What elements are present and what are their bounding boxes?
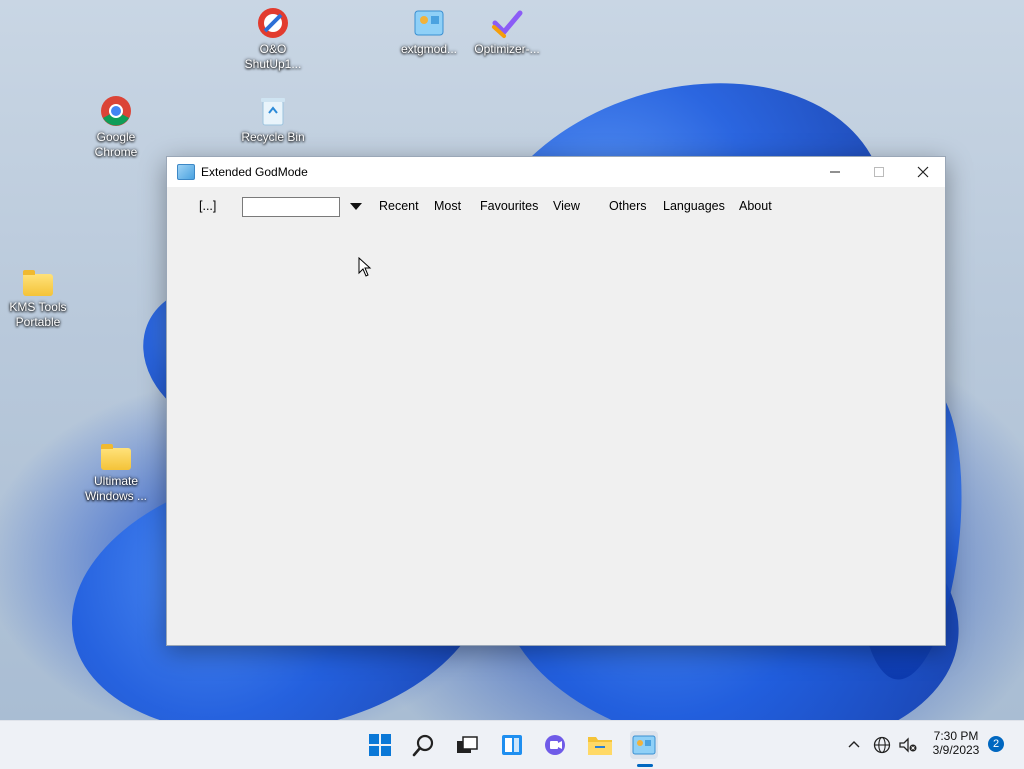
extgmod-icon: [632, 735, 656, 755]
desktop-icon-label: extgmod...: [400, 42, 458, 56]
widgets-icon: [502, 735, 522, 755]
chrome-icon: [99, 94, 133, 128]
windows-logo-icon: [369, 734, 391, 756]
menu-about[interactable]: About: [739, 199, 772, 213]
menu-others[interactable]: Others: [609, 199, 647, 213]
network-button[interactable]: [869, 731, 895, 759]
menu-view[interactable]: View: [553, 199, 580, 213]
menu-favourites[interactable]: Favourites: [480, 199, 538, 213]
desktop-icon-google-chrome[interactable]: Google Chrome: [76, 94, 156, 160]
dropdown-arrow-icon[interactable]: [350, 203, 362, 210]
chat-icon: [545, 735, 565, 755]
desktop-icon-recycle-bin[interactable]: Recycle Bin: [233, 94, 313, 145]
desktop-icon-label: O&O ShutUp1...: [244, 42, 302, 71]
clock-date: 3/9/2023: [932, 743, 980, 757]
app-icon: [177, 164, 195, 180]
desktop-icon-optimizer[interactable]: Optimizer-...: [467, 6, 547, 57]
notification-count: 2: [992, 738, 1000, 750]
extgmod-icon: [412, 6, 446, 40]
menu-recent[interactable]: Recent: [379, 199, 419, 213]
extended-godmode-taskbar-button[interactable]: [630, 731, 658, 759]
globe-icon: [873, 736, 891, 754]
clock-time: 7:30 PM: [933, 729, 979, 743]
window-title: Extended GodMode: [201, 165, 308, 179]
notification-badge[interactable]: 2: [988, 736, 1004, 752]
folder-icon: [101, 444, 131, 470]
desktop-icon-label: Google Chrome: [94, 130, 138, 159]
show-hidden-icons-button[interactable]: [841, 731, 867, 759]
extended-godmode-window[interactable]: Extended GodMode [...] Recent Most Favou…: [166, 156, 946, 646]
desktop-icon-ultimate-windows[interactable]: Ultimate Windows ...: [76, 442, 156, 504]
speaker-muted-icon: [899, 737, 917, 753]
task-view-button[interactable]: [453, 731, 481, 759]
desktop-icon-label: KMS Tools Portable: [9, 300, 67, 329]
menu-most[interactable]: Most: [434, 199, 461, 213]
desktop-icon-oo-shutup[interactable]: O&O ShutUp1...: [233, 6, 313, 72]
mouse-cursor-icon: [358, 256, 372, 282]
menu-dots-button[interactable]: [...]: [199, 199, 216, 213]
recycle-bin-icon: [256, 94, 290, 128]
content-area: [167, 225, 945, 645]
desktop-icon-label: Recycle Bin: [241, 130, 305, 144]
window-titlebar[interactable]: Extended GodMode: [167, 157, 945, 187]
close-button[interactable]: [901, 157, 945, 187]
chat-button[interactable]: [542, 731, 570, 759]
start-button[interactable]: [366, 731, 394, 759]
search-icon: [412, 734, 434, 757]
file-explorer-button[interactable]: [586, 731, 614, 759]
desktop-icon-kms-tools[interactable]: KMS Tools Portable: [0, 268, 78, 330]
clock[interactable]: 7:30 PM 3/9/2023: [924, 729, 988, 757]
widgets-button[interactable]: [498, 731, 526, 759]
task-view-icon: [457, 736, 478, 753]
search-button[interactable]: [410, 731, 438, 759]
volume-button[interactable]: [895, 731, 921, 759]
optimizer-icon: [490, 6, 524, 40]
maximize-button[interactable]: [857, 157, 901, 187]
folder-icon: [23, 270, 53, 296]
minimize-button[interactable]: [813, 157, 857, 187]
menu-languages[interactable]: Languages: [663, 199, 725, 213]
chevron-up-icon: [848, 741, 860, 748]
active-app-indicator: [637, 764, 653, 767]
file-explorer-icon: [588, 737, 612, 755]
desktop-icon-label: Optimizer-...: [474, 42, 540, 56]
search-input[interactable]: [242, 197, 340, 217]
oo-shutup-icon: [256, 6, 290, 40]
taskbar: 7:30 PM 3/9/2023 2: [0, 720, 1024, 769]
desktop-icon-label: Ultimate Windows ...: [84, 474, 147, 503]
desktop-icon-extgmod[interactable]: extgmod...: [389, 6, 469, 57]
